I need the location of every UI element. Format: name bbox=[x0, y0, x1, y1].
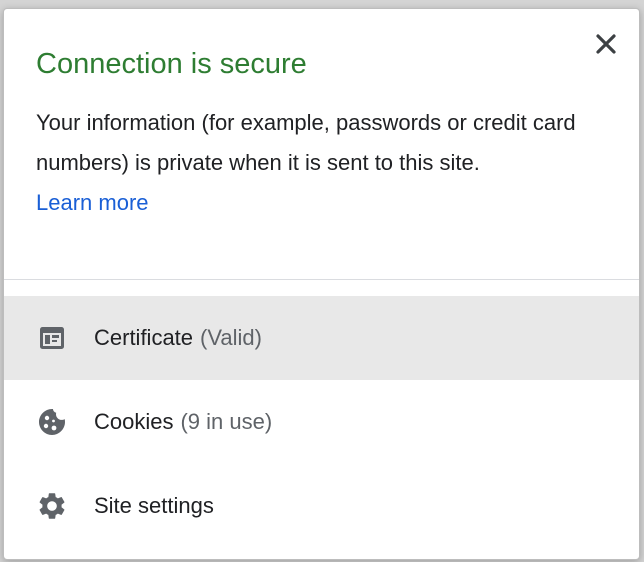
close-icon bbox=[596, 34, 616, 54]
cookies-count: (9 in use) bbox=[180, 409, 273, 434]
site-settings-menu-item[interactable]: Site settings bbox=[4, 464, 639, 548]
certificate-icon bbox=[35, 321, 69, 355]
certificate-status: (Valid) bbox=[200, 325, 262, 350]
gear-icon bbox=[35, 489, 69, 523]
cookie-icon bbox=[35, 405, 69, 439]
connection-description: Your information (for example, passwords… bbox=[36, 110, 576, 175]
popup-header: Connection is secure Your information (f… bbox=[4, 9, 639, 279]
certificate-label: Certificate bbox=[94, 325, 194, 350]
cookies-label: Cookies bbox=[94, 409, 174, 434]
page-info-popup: Connection is secure Your information (f… bbox=[3, 8, 640, 560]
cookies-menu-item[interactable]: Cookies (9 in use) bbox=[4, 380, 639, 464]
close-button[interactable] bbox=[589, 27, 623, 61]
certificate-menu-item[interactable]: Certificate (Valid) bbox=[4, 296, 639, 380]
connection-status-title: Connection is secure bbox=[36, 48, 307, 80]
learn-more-link[interactable]: Learn more bbox=[36, 183, 149, 223]
site-settings-label: Site settings bbox=[94, 493, 214, 518]
